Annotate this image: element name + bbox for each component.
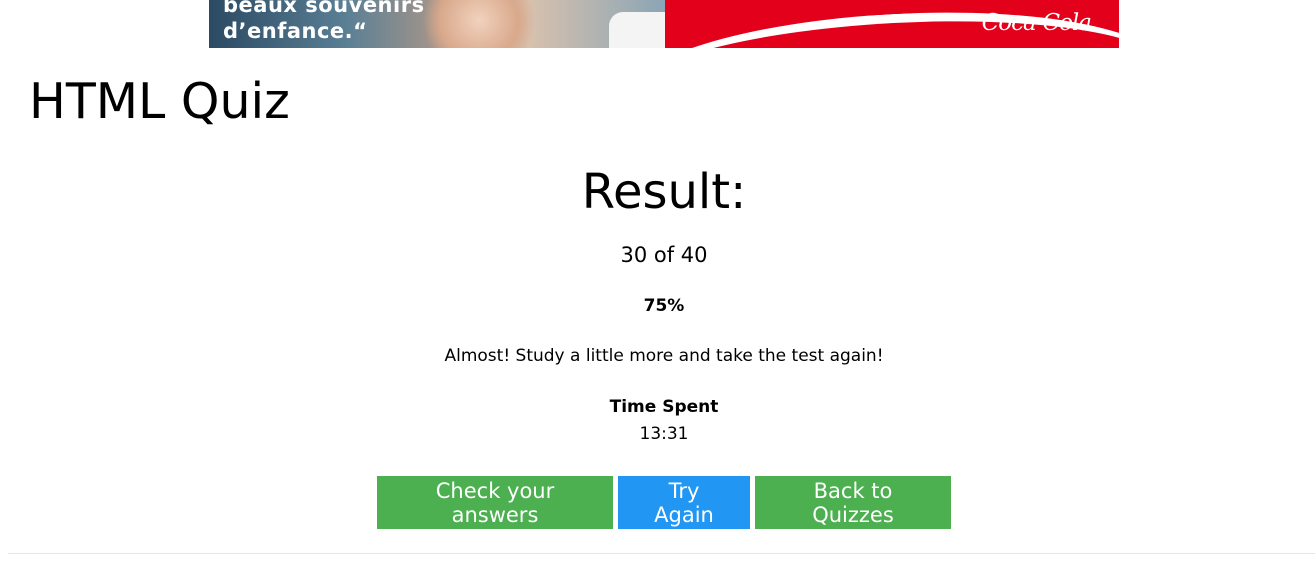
ad-person-image	[419, 0, 539, 48]
score-percent: 75%	[643, 296, 685, 316]
result-actions: Check your answers Try Again Back to Qui…	[377, 476, 951, 529]
ad-shirt-shape	[609, 12, 665, 48]
try-again-button[interactable]: Try Again	[618, 476, 750, 529]
page-title: HTML Quiz	[29, 73, 290, 130]
time-spent-value: 13:31	[639, 424, 689, 444]
ad-tagline-line1: beaux souvenirs	[223, 0, 425, 17]
ad-tagline: beaux souvenirs d’enfance.“	[223, 0, 425, 44]
divider	[8, 553, 1315, 554]
advertisement-banner[interactable]: beaux souvenirs d’enfance.“ Coca-Cola	[209, 0, 1119, 48]
result-panel: Result: 30 of 40 75% Almost! Study a lit…	[0, 160, 1315, 446]
score-text: 30 of 40	[620, 243, 708, 267]
back-to-quizzes-button[interactable]: Back to Quizzes	[755, 476, 951, 529]
ad-brand-logo: Coca-Cola	[981, 10, 1092, 36]
time-spent-label: Time Spent	[609, 397, 719, 417]
result-message: Almost! Study a little more and take the…	[444, 346, 884, 366]
ad-tagline-line2: d’enfance.“	[223, 19, 368, 43]
ad-photo: beaux souvenirs d’enfance.“	[209, 0, 665, 48]
ad-brand-panel: Coca-Cola	[665, 0, 1119, 48]
result-heading: Result:	[581, 164, 747, 220]
check-answers-button[interactable]: Check your answers	[377, 476, 613, 529]
